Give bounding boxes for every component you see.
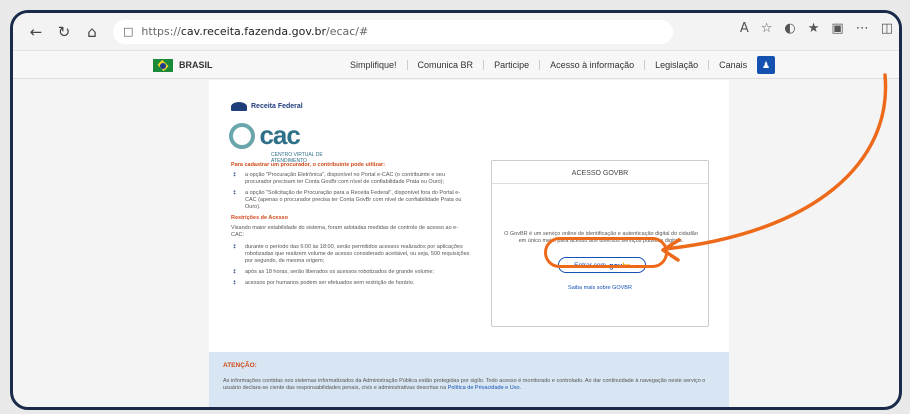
lock-icon: □ (123, 25, 134, 38)
extensions-icon[interactable]: ◐ (784, 21, 795, 36)
browser-actions: A ☆ ◐ ★ ▣ ⋯ ◫ (740, 21, 893, 36)
bullet-icon: ‡ (233, 190, 237, 196)
divider (492, 183, 708, 184)
url-path: /ecac/# (325, 25, 369, 38)
gov-link-comunica[interactable]: Comunica BR (406, 60, 484, 70)
read-aloud-icon[interactable]: A (740, 21, 749, 36)
collections-icon[interactable]: ▣ (831, 21, 843, 36)
gov-bar: BRASIL Simplifique! Comunica BR Particip… (13, 51, 899, 79)
brasil-label[interactable]: BRASIL (179, 60, 213, 70)
list-item: ‡ acessos por humanos podem ser efetuados… (231, 280, 471, 287)
bullet-icon: ‡ (233, 280, 237, 286)
list-item: ‡ a opção "Solicitação de Procuração para… (231, 190, 471, 211)
list-item-text: a opção "Procuração Eletrônica", disponí… (245, 172, 445, 185)
back-arrow-icon[interactable]: ← (25, 21, 47, 43)
more-icon[interactable]: ⋯ (856, 21, 869, 36)
govbr-learn-more-link[interactable]: Saiba mais sobre GOVBR (492, 285, 708, 291)
browser-toolbar: ← ↻ ⌂ □ https:// cav.receita.fazenda.gov… (13, 13, 899, 51)
favorites-list-icon[interactable]: ★ (808, 21, 820, 36)
bullet-icon: ‡ (233, 172, 237, 178)
bullet-icon: ‡ (233, 244, 237, 250)
brazil-flag-icon (153, 59, 173, 72)
favorite-icon[interactable]: ☆ (761, 21, 773, 36)
accessibility-icon[interactable]: ♟ (757, 56, 775, 74)
list-item: ‡ a opção "Procuração Eletrônica", dispon… (231, 172, 471, 186)
home-icon[interactable]: ⌂ (81, 21, 103, 43)
list-item-text: durante o período das 6:00 às 18:00, ser… (245, 244, 470, 264)
receita-logo: Receita Federal (231, 102, 303, 111)
list-item: ‡ após as 18 horas, serão liberados os ac… (231, 269, 471, 276)
highlight-circle (544, 237, 668, 268)
ecac-word: cac (259, 120, 300, 150)
procurador-heading: Para cadastrar um procurador, o contribu… (231, 162, 386, 168)
refresh-icon[interactable]: ↻ (53, 21, 75, 43)
url-host: cav.receita.fazenda.gov.br (180, 25, 326, 38)
govbr-title: ACESSO GOVBR (571, 170, 629, 177)
list-item-text: a opção "Solicitação de Procuração para … (245, 190, 462, 210)
attention-text: As informações contidas nos sistemas inf… (223, 378, 719, 392)
attention-banner: ATENÇÃO: As informações contidas nos sis… (209, 352, 729, 407)
restricoes-paragraph: Visando maior estabilidade do sistema, f… (231, 225, 459, 238)
url-prefix: https:// (141, 25, 181, 38)
privacy-policy-link[interactable]: Política de Privacidade e Uso. (448, 385, 521, 391)
gov-link-acesso-informacao[interactable]: Acesso à informação (539, 60, 644, 70)
list-item-text: após as 18 horas, serão liberados os ace… (245, 269, 434, 275)
info-column: Para cadastrar um procurador, o contribu… (231, 162, 471, 291)
list-item-text: acessos por humanos podem ser efetuados … (245, 280, 415, 286)
bullet-icon: ‡ (233, 269, 237, 275)
attention-title: ATENÇÃO: (223, 362, 257, 369)
ecac-e-icon (229, 122, 255, 149)
gov-link-legislacao[interactable]: Legislação (644, 60, 708, 70)
address-bar[interactable]: □ https:// cav.receita.fazenda.gov.br /e… (113, 19, 673, 44)
screenshot-frame: ← ↻ ⌂ □ https:// cav.receita.fazenda.gov… (10, 10, 902, 410)
list-item: ‡ durante o período das 6:00 às 18:00, se… (231, 244, 471, 265)
receita-label: Receita Federal (251, 103, 303, 110)
receita-bird-icon (231, 102, 247, 111)
gov-links: Simplifique! Comunica BR Participe Acess… (340, 60, 757, 70)
gov-link-participe[interactable]: Participe (483, 60, 539, 70)
sidebar-icon[interactable]: ◫ (881, 21, 893, 36)
restricoes-heading: Restrições de Acesso (231, 215, 288, 221)
gov-link-canais[interactable]: Canais (708, 60, 757, 70)
ecac-logo: cac CENTRO VIRTUAL DE ATENDIMENTO (229, 120, 323, 164)
gov-link-simplifique[interactable]: Simplifique! (340, 60, 407, 70)
